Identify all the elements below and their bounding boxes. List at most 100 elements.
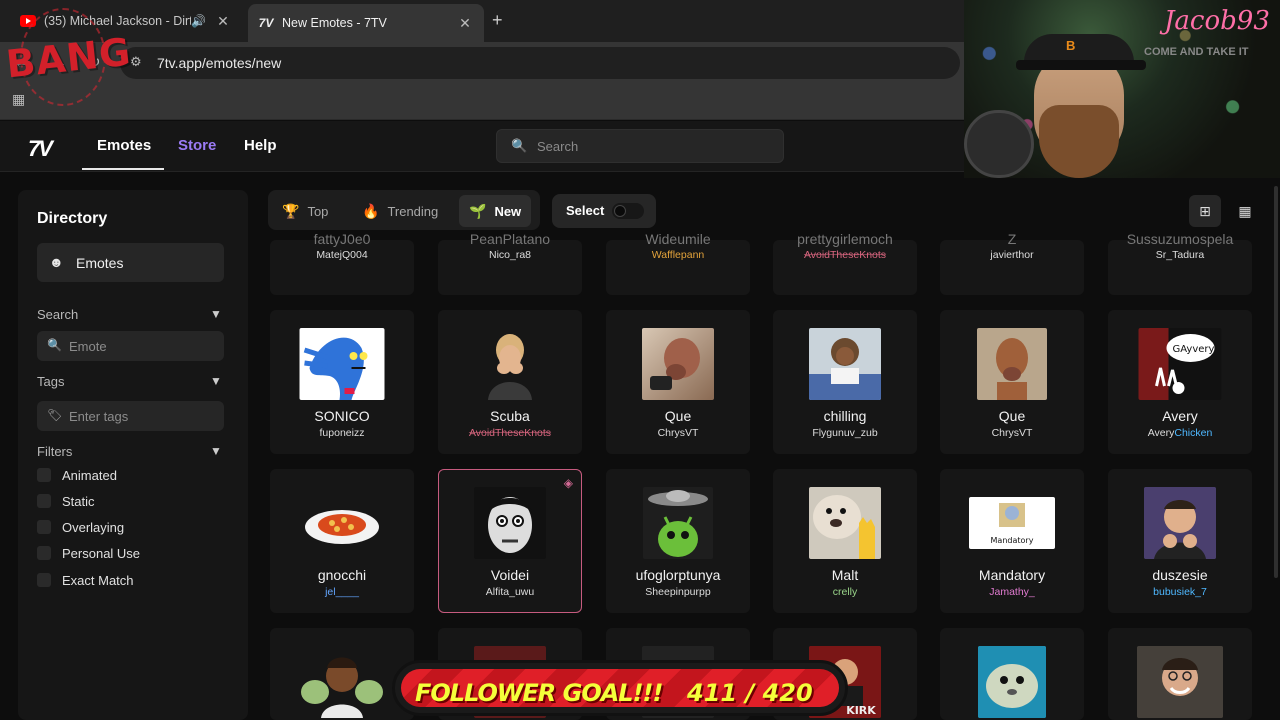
checkbox[interactable] [37,546,51,560]
filters-section-label: Filters [37,444,73,459]
mandatory-image-text: Mandatory [991,536,1034,545]
emote-author[interactable]: ChrysVT [607,427,749,439]
tag-icon: 🏷 [47,408,63,422]
emote-author[interactable]: fuponeizz [271,427,413,439]
select-mode-toggle[interactable]: Select [552,194,656,228]
author-part: Chicken [1174,427,1213,439]
emote-author[interactable]: ChrysVT [941,427,1083,439]
emote-author[interactable]: AvoidTheseKnots [439,427,581,439]
search-icon: 🔍 [511,138,528,153]
chevron-down-icon[interactable]: ▼ [210,444,222,458]
emote-card-chilling[interactable]: chilling Flygunuv_zub [773,310,917,454]
bang-stamp-overlay: BANG [2,4,133,106]
emote-card[interactable]: Wideumile Wafflepann [606,231,750,295]
filter-exact-match[interactable]: Exact Match [37,571,134,589]
site-search-input[interactable]: 🔍 Search [496,129,784,163]
emote-card-avery[interactable]: GAyvery Avery AveryChicken [1108,310,1252,454]
sort-top-button[interactable]: 🏆 Top [272,195,338,227]
nav-help[interactable]: Help [244,137,277,154]
search-section-label: Search [37,307,79,322]
emote-card[interactable]: PeanPlatano Nico_ra8 [438,231,582,295]
trophy-icon: 🏆 [282,202,300,219]
emote-author[interactable]: MatejQ004 [271,249,413,261]
sort-top-label: Top [307,203,329,219]
sort-trending-button[interactable]: 🔥 Trending [352,195,448,227]
directory-item-emotes[interactable]: ☻ Emotes [37,243,224,282]
close-tab-icon[interactable]: ✕ [456,15,474,32]
emote-card-ufoglorptunya[interactable]: ufoglorptunya Sheepinpurpp [606,469,750,613]
filter-label: Overlaying [62,519,125,535]
emote-author[interactable]: Jamathy_ [941,586,1083,598]
emote-card-sonico[interactable]: SONICO fuponeizz [270,310,414,454]
7tv-logo[interactable]: 7V [28,136,53,162]
emote-card-mandatory[interactable]: Mandatory Mandatory Jamathy_ [940,469,1084,613]
emote-name: Malt [831,567,859,583]
tags-input[interactable]: 🏷 Enter tags [37,401,224,431]
emote-card[interactable] [1108,628,1252,720]
toggle-switch[interactable] [612,203,644,219]
browser-tab-7tv[interactable]: 7V New Emotes - 7TV ✕ [248,4,484,42]
chevron-down-icon[interactable]: ▼ [210,307,222,321]
checkbox[interactable] [37,573,51,587]
emote-card-gnocchi[interactable]: gnocchi jel____ [270,469,414,613]
microphone [964,110,1034,178]
emote-card[interactable] [940,628,1084,720]
emote-author[interactable]: AvoidTheseKnots [774,249,916,261]
checkbox[interactable] [37,468,51,482]
flame-icon: 🔥 [362,202,380,219]
checkbox[interactable] [37,494,51,508]
emote-author[interactable]: Sr_Tadura [1109,249,1251,261]
address-bar[interactable]: ⚙ 7tv.app/emotes/new [120,47,960,79]
emote-author[interactable]: Nico_ra8 [439,249,581,261]
emote-card[interactable]: Sussuzumospela Sr_Tadura [1108,231,1252,295]
emote-card-scuba[interactable]: Scuba AvoidTheseKnots [438,310,582,454]
emote-search-placeholder: Emote [69,339,107,354]
emote-card-duszesie[interactable]: duszesie bubusiek_7 [1108,469,1252,613]
emote-name: fattyJ0e0 [313,231,371,247]
emote-card[interactable] [270,628,414,720]
speaker-icon[interactable]: 🔊 [191,14,206,28]
emote-card-malt[interactable]: Malt crelly [773,469,917,613]
emote-author[interactable]: crelly [774,586,916,598]
filter-static[interactable]: Static [37,492,95,510]
emote-author[interactable]: bubusiek_7 [1109,586,1251,598]
filter-animated[interactable]: Animated [37,466,117,484]
emote-search-input[interactable]: 🔍 Emote [37,331,224,361]
grid-large-view-icon[interactable]: ⊞ [1189,195,1221,227]
sort-new-button[interactable]: 🌱 New [459,195,532,227]
emote-name: SONICO [314,408,370,424]
emote-author[interactable]: Flygunuv_zub [774,427,916,439]
emote-name: prettygirlemoch [797,231,893,247]
emote-card-que-2[interactable]: Que ChrysVT [940,310,1084,454]
filter-overlaying[interactable]: Overlaying [37,518,124,536]
emote-author[interactable]: Sheepinpurpp [607,586,749,598]
new-tab-icon[interactable]: + [492,10,503,31]
chevron-down-icon[interactable]: ▼ [210,374,222,388]
page-scrollbar[interactable] [1274,186,1278,578]
emote-card[interactable]: fattyJ0e0 MatejQ004 [270,231,414,295]
emote-name: Z [1007,231,1017,247]
emote-name: Que [998,408,1026,424]
emote-name: PeanPlatano [469,231,551,247]
emote-author[interactable]: jel____ [271,586,413,598]
emote-author[interactable]: AveryChicken [1109,427,1251,439]
emote-card-que[interactable]: Que ChrysVT [606,310,750,454]
checkbox[interactable] [37,520,51,534]
emote-author[interactable]: Alfita_uwu [439,586,581,598]
directory-item-label: Emotes [76,255,124,271]
tags-placeholder: Enter tags [69,409,129,424]
emote-card[interactable]: Z javierthor [940,231,1084,295]
nav-emotes[interactable]: Emotes [97,137,151,154]
emote-image: Mandatory [969,497,1055,549]
emote-card-voidei[interactable]: ◈ Voidei Alfita_uwu [438,469,582,613]
emote-author[interactable]: javierthor [941,249,1083,261]
grid-small-view-icon[interactable]: ▦ [1229,195,1261,227]
emote-card[interactable]: prettygirlemoch AvoidTheseKnots [773,231,917,295]
filter-personal-use[interactable]: Personal Use [37,544,140,562]
nav-store[interactable]: Store [178,137,216,154]
emote-image [1137,646,1223,718]
close-tab-icon[interactable]: ✕ [214,13,232,30]
toggle-knob [614,205,626,217]
emote-author[interactable]: Wafflepann [607,249,749,261]
emote-image [299,646,385,718]
